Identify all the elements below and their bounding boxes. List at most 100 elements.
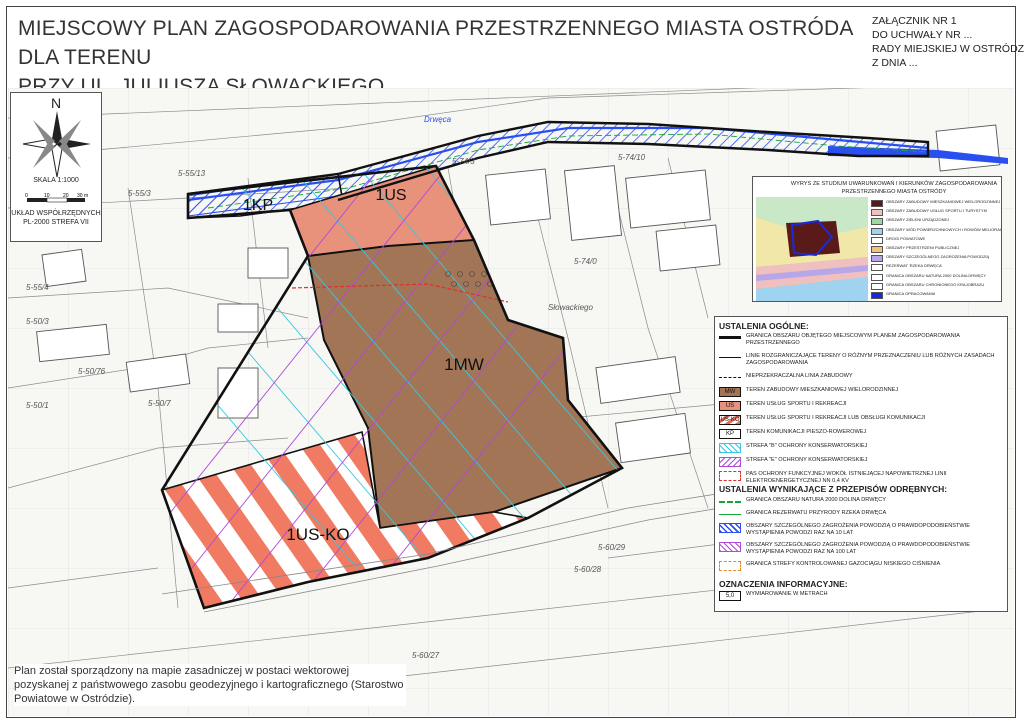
label-1kp: 1KP bbox=[243, 197, 273, 214]
inset-legend-item: OBSZARY SZCZEGÓLNEGO ZAGROŻENIA POWODZIĄ bbox=[871, 254, 1001, 263]
study-excerpt-inset: WYRYS ZE STUDIUM UWARUNKOWAŃ I KIERUNKÓW… bbox=[752, 176, 1002, 302]
legend-item: GRANICA OBSZARU NATURA 2000 DOLINA DRWĘC… bbox=[719, 497, 1005, 507]
scale-tick: 20 bbox=[63, 193, 69, 199]
legend-item: GRANICA OBSZARU OBJĘTEGO MIEJSCOWYM PLAN… bbox=[719, 333, 1005, 347]
legend-item: STREFA "E" OCHRONY KONSERWATORSKIEJ bbox=[719, 457, 1005, 467]
parcel-label: 5-50/1 bbox=[26, 401, 49, 410]
parcel-label: 5-55/4 bbox=[26, 283, 49, 292]
street-label: Słowackiego bbox=[548, 303, 593, 312]
inset-legend-swatch bbox=[871, 200, 883, 207]
inset-legend-label: OBSZARY ZABUDOWY USŁUG SPORTU I TURYSTYK… bbox=[886, 208, 988, 214]
inset-legend-item: DROGI POWIATOWE bbox=[871, 236, 1001, 244]
label-1mw: 1MW bbox=[444, 355, 484, 374]
legend-item: LINIE ROZGRANICZAJĄCE TERENY O RÓŻNYM PR… bbox=[719, 353, 1005, 367]
legend-swatch-strefab bbox=[719, 443, 741, 453]
inset-legend-swatch bbox=[871, 264, 883, 272]
parcel-label: 5-60/28 bbox=[574, 565, 602, 574]
legend-swatch-kp: KP bbox=[719, 429, 741, 439]
legend-item-label: TEREN USŁUG SPORTU I REKREACJI LUB OBSŁU… bbox=[746, 415, 926, 421]
compass-rose-icon bbox=[22, 111, 91, 178]
legend-item-label: WYMIAROWANIE W METRACH bbox=[746, 591, 828, 597]
legend-item: NIEPRZEKRACZALNA LINIA ZABUDOWY bbox=[719, 373, 1005, 383]
label-1us-ko: 1US-KO bbox=[286, 525, 349, 544]
legend-code: MW bbox=[724, 389, 736, 395]
inset-legend-label: OBSZARY SZCZEGÓLNEGO ZAGROŻENIA POWODZIĄ bbox=[886, 254, 990, 260]
compass-box: N SKALA 1:1000 0 10 20 30 m UKŁAD WSPÓŁR… bbox=[10, 92, 102, 242]
inset-legend-item: REZERWAT 'RZEKA DRWĘCA' bbox=[871, 263, 1001, 272]
inset-legend-item: GRANICA OBSZARU NATURA 2000 DOLINA DRWĘC… bbox=[871, 273, 1001, 281]
parcel-label: 5-50/76 bbox=[78, 367, 106, 376]
legend-item-label: STREFA "B" OCHRONY KONSERWATORSKIEJ bbox=[746, 443, 868, 449]
inset-legend-swatch bbox=[871, 236, 883, 244]
legend-swatch-gas bbox=[719, 561, 741, 571]
scale-label: SKALA 1:1000 bbox=[33, 177, 79, 184]
parcel-label: 5-74/3 bbox=[452, 157, 475, 166]
inset-legend-label: REZERWAT 'RZEKA DRWĘCA' bbox=[886, 263, 943, 269]
legend-code: 5,0 bbox=[725, 593, 735, 599]
parcel-label: 5-74/10 bbox=[618, 153, 646, 162]
legend-item-label: OBSZARY SZCZEGÓLNEGO ZAGROŻENIA POWODZIĄ… bbox=[746, 542, 970, 555]
legend-swatch-us: US bbox=[719, 401, 741, 411]
inset-legend-item: OBSZARY ZABUDOWY MIESZKANIOWEJ WIELORODZ… bbox=[871, 199, 1001, 207]
legend-swatch-dashed bbox=[719, 377, 741, 383]
legend-item: STREFA "B" OCHRONY KONSERWATORSKIEJ bbox=[719, 443, 1005, 453]
legend-item-label: LINIE ROZGRANICZAJĄCE TERENY O RÓŻNYM PR… bbox=[746, 353, 995, 366]
legend-item-label: TEREN KOMUNIKACJI PIESZO-ROWEROWEJ bbox=[746, 429, 867, 435]
inset-map bbox=[756, 197, 868, 301]
legend-heading-general: USTALENIA OGÓLNE: bbox=[719, 321, 809, 331]
legend-item: 5,0 WYMIAROWANIE W METRACH bbox=[719, 591, 1005, 601]
legend-swatch-boundary bbox=[719, 336, 741, 342]
legend-item: GRANICA REZERWATU PRZYRODY RZEKA DRWĘCA bbox=[719, 510, 1005, 520]
parcel-label: 5-74/0 bbox=[574, 257, 597, 266]
inset-legend-item: GRANICA OPRACOWANIA bbox=[871, 291, 1001, 299]
legend-swatch-usko: US-KO bbox=[719, 415, 741, 425]
inset-legend: OBSZARY ZABUDOWY MIESZKANIOWEJ WIELORODZ… bbox=[871, 199, 1001, 300]
legend-item: PAS OCHRONY FUNKCYJNEJ WOKÓŁ ISTNIEJĄCEJ… bbox=[719, 471, 1005, 485]
parcel-label: 5-60/29 bbox=[598, 543, 626, 552]
legend-swatch-natura bbox=[719, 501, 741, 507]
inset-title: WYRYS ZE STUDIUM UWARUNKOWAŃ I KIERUNKÓW… bbox=[790, 181, 998, 195]
legend-item: MW TEREN ZABUDOWY MIESZKANIOWEJ WIELORODZ… bbox=[719, 387, 1005, 397]
inset-legend-label: OBSZARY WÓD POWIERZCHNIOWYCH I ROWÓW MEL… bbox=[886, 226, 1001, 232]
inset-legend-label: DROGI POWIATOWE bbox=[886, 235, 926, 241]
legend-swatch-strefae bbox=[719, 457, 741, 467]
inset-legend-item: OBSZARY ZABUDOWY USŁUG SPORTU I TURYSTYK… bbox=[871, 208, 1001, 217]
parcel-label: 5-55/13 bbox=[178, 169, 206, 178]
inset-legend-swatch bbox=[871, 245, 883, 253]
legend-item-label: TEREN ZABUDOWY MIESZKANIOWEJ WIELORODZIN… bbox=[746, 387, 899, 393]
inset-legend-swatch bbox=[871, 282, 883, 290]
inset-legend-swatch bbox=[871, 273, 883, 281]
inset-legend-label: GRANICA OBSZARU CHRONIONEGO KRAJOBRAZU bbox=[886, 281, 985, 287]
inset-legend-swatch bbox=[871, 209, 883, 217]
legend-swatch-line bbox=[719, 357, 741, 363]
legend-code: KP bbox=[725, 431, 734, 437]
inset-legend-label: GRANICA OPRACOWANIA bbox=[886, 290, 936, 296]
title-line-1: MIEJSCOWY PLAN ZAGOSPODAROWANIA PRZESTRZ… bbox=[18, 17, 853, 69]
legend-swatch-flood10 bbox=[719, 523, 741, 533]
legend-swatch-pas bbox=[719, 471, 741, 481]
coord-line: PL-2000 STREFA VII bbox=[23, 219, 89, 226]
legend-item-label: STREFA "E" OCHRONY KONSERWATORSKIEJ bbox=[746, 457, 868, 463]
legend-item-label: GRANICA STREFY KONTROLOWANEJ GAZOCIĄGU N… bbox=[746, 561, 941, 567]
legend-item: KP TEREN KOMUNIKACJI PIESZO-ROWEROWEJ bbox=[719, 429, 1005, 439]
inset-legend-item: OBSZARY ZIELENI URZĄDZONEJ bbox=[871, 217, 1001, 226]
scale-tick: 30 m bbox=[77, 193, 88, 199]
scale-tick: 0 bbox=[25, 193, 28, 199]
attachment-line: ZAŁĄCZNIK NR 1 bbox=[872, 15, 957, 27]
inset-legend-item: OBSZARY PRZESTRZENI PUBLICZNEJ bbox=[871, 245, 1001, 253]
legend-code: US-KO bbox=[720, 417, 740, 423]
coord-line: UKŁAD WSPÓŁRZĘDNYCH bbox=[11, 210, 101, 217]
legend-item: US TEREN USŁUG SPORTU I REKREACJI bbox=[719, 401, 1005, 411]
legend-item: GRANICA STREFY KONTROLOWANEJ GAZOCIĄGU N… bbox=[719, 561, 1005, 571]
attachment-info: ZAŁĄCZNIK NR 1 DO UCHWAŁY NR ... RADY MI… bbox=[872, 14, 1024, 70]
attachment-line: Z DNIA ... bbox=[872, 57, 918, 69]
legend-item-label: GRANICA OBSZARU NATURA 2000 DOLINA DRWĘC… bbox=[746, 497, 886, 503]
legend-swatch-flood100 bbox=[719, 542, 741, 552]
parcel-label: 5-50/7 bbox=[148, 399, 171, 408]
legend-item-label: OBSZARY SZCZEGÓLNEGO ZAGROŻENIA POWODZIĄ… bbox=[746, 523, 970, 536]
legend-swatch-rezerwat bbox=[719, 514, 741, 520]
inset-legend-swatch bbox=[871, 255, 883, 263]
inset-legend-swatch bbox=[871, 227, 883, 235]
inset-legend-item: OBSZARY WÓD POWIERZCHNIOWYCH I ROWÓW MEL… bbox=[871, 227, 1001, 235]
inset-legend-swatch bbox=[871, 291, 883, 299]
